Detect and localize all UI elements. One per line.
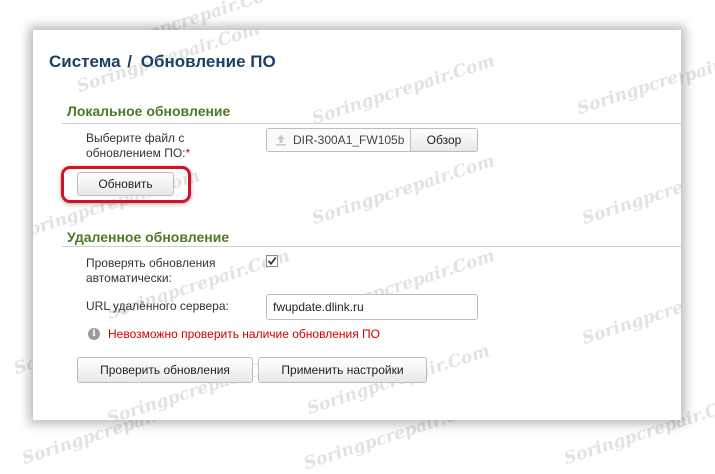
watermark: Soringpcrepair.Com	[579, 271, 681, 349]
section-divider	[62, 246, 681, 247]
auto-check-checkbox[interactable]	[266, 255, 278, 267]
watermark: Soringpcrepair.Com	[309, 51, 498, 129]
required-mark: *	[185, 146, 191, 160]
server-url-input[interactable]	[266, 294, 478, 320]
upload-icon	[276, 135, 286, 146]
breadcrumb-separator: /	[127, 52, 133, 71]
local-update-heading: Локальное обновление	[67, 103, 231, 119]
url-label: URL удалённого сервера:	[86, 299, 229, 313]
auto-check-label: Проверять обновления автоматически:	[86, 256, 216, 285]
breadcrumb-parent[interactable]: Система	[49, 52, 121, 71]
breadcrumb-current: Обновление ПО	[140, 52, 276, 71]
checkmark-icon	[267, 256, 277, 266]
remote-update-heading: Удаленное обновление	[67, 229, 230, 245]
firmware-update-panel: Soringpcrepair.Com Soringpcrepair.Com So…	[33, 30, 681, 420]
file-path-value: DIR-300A1_FW105b	[293, 133, 405, 147]
highlight-frame	[61, 166, 191, 203]
info-icon: i	[88, 328, 100, 340]
check-updates-button[interactable]: Проверить обновления	[77, 357, 253, 383]
error-message: i Невозможно проверить наличие обновлени…	[88, 327, 380, 341]
watermark: Soringpcrepair.Com	[574, 41, 681, 119]
error-text: Невозможно проверить наличие обновления …	[108, 327, 381, 341]
file-label-text: Выберите файл с обновлением ПО:	[86, 131, 186, 160]
page-title: Система / Обновление ПО	[49, 52, 276, 72]
apply-settings-button[interactable]: Применить настройки	[258, 357, 427, 383]
file-path-field[interactable]: DIR-300A1_FW105b	[266, 128, 411, 152]
file-label: Выберите файл с обновлением ПО:*	[86, 131, 236, 161]
watermark: Soringpcrepair.Com	[579, 151, 681, 229]
section-divider	[62, 123, 681, 124]
watermark: Soringpcrepair.Com	[309, 151, 498, 229]
browse-button[interactable]: Обзор	[410, 128, 478, 152]
